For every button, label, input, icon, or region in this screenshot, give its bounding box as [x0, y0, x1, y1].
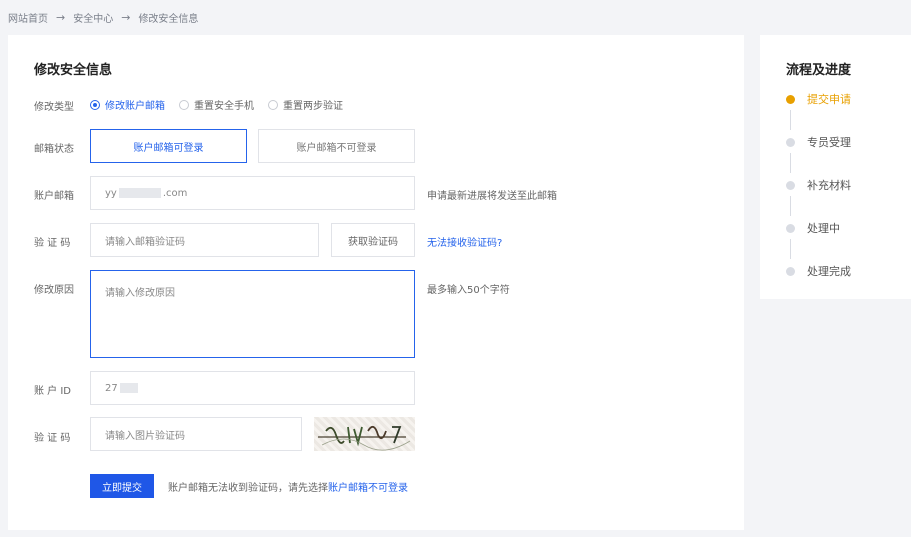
breadcrumb: 网站首页 → 安全中心 → 修改安全信息	[8, 10, 198, 25]
mail-not-loginable-button[interactable]: 账户邮箱不可登录	[258, 129, 415, 163]
captcha-image[interactable]	[314, 417, 415, 451]
mail-status-label: 邮箱状态	[34, 144, 74, 155]
step-dot-icon	[786, 223, 795, 233]
reason-label: 修改原因	[34, 285, 74, 296]
account-id-label: 账 户 ID	[34, 386, 72, 397]
get-code-button[interactable]: 获取验证码	[331, 223, 415, 257]
submit-note-text: 账户邮箱无法收到验证码，请先选择	[168, 483, 328, 494]
step-connector	[790, 110, 791, 130]
radio-icon	[179, 99, 189, 110]
account-id-field: 27	[90, 371, 415, 405]
email-hint: 申请最新进展将发送至此邮箱	[427, 191, 557, 202]
email-code-input[interactable]: 请输入邮箱验证码	[90, 223, 319, 257]
breadcrumb-current: 修改安全信息	[138, 14, 199, 25]
type-label: 修改类型	[34, 102, 74, 113]
step-connector	[790, 239, 791, 259]
submit-note: 账户邮箱无法收到验证码，请先选择账户邮箱不可登录	[168, 479, 408, 494]
breadcrumb-home[interactable]: 网站首页	[8, 10, 48, 25]
redacted-mask	[118, 188, 161, 198]
radio-selected-icon	[90, 99, 100, 110]
step-submit: 提交申请	[786, 91, 851, 107]
reason-hint: 最多输入50个字符	[427, 285, 510, 296]
arrow-right-icon: →	[56, 11, 66, 24]
email-value-prefix: yy	[105, 187, 117, 199]
breadcrumb-security-center[interactable]: 安全中心	[73, 10, 113, 25]
radio-reset-phone[interactable]: 重置安全手机	[179, 97, 254, 112]
arrow-right-icon: →	[121, 11, 131, 24]
radio-change-email[interactable]: 修改账户邮箱	[90, 97, 165, 112]
step-current-dot-icon	[786, 94, 795, 104]
submit-button[interactable]: 立即提交	[90, 474, 154, 498]
step-dot-icon	[786, 180, 795, 190]
progress-steps: 提交申请 专员受理 补充材料 处理中 处理完成	[786, 91, 851, 279]
mail-not-loginable-link[interactable]: 账户邮箱不可登录	[328, 483, 408, 494]
mail-loginable-button[interactable]: 账户邮箱可登录	[90, 129, 247, 163]
captcha-glyphs	[318, 425, 411, 451]
radio-label: 修改账户邮箱	[105, 101, 165, 112]
step-dot-icon	[786, 137, 795, 147]
radio-icon	[268, 99, 278, 110]
email-label: 账户邮箱	[34, 191, 74, 202]
radio-reset-2fa[interactable]: 重置两步验证	[268, 97, 343, 112]
step-processing: 处理中	[786, 220, 851, 236]
captcha-input[interactable]: 请输入图片验证码	[90, 417, 302, 451]
step-supplement: 补充材料	[786, 177, 851, 193]
redacted-mask	[119, 383, 138, 393]
form-card: 修改安全信息 修改类型 修改账户邮箱 重置安全手机 重置两步验证 邮箱状态 账户…	[8, 35, 744, 530]
step-label: 处理中	[807, 222, 840, 235]
reason-textarea[interactable]: 请输入修改原因	[90, 270, 415, 358]
account-id-value-prefix: 27	[105, 382, 118, 394]
progress-title: 流程及进度	[786, 63, 852, 78]
email-value-suffix: .com	[162, 187, 188, 199]
email-field[interactable]: yy .com	[90, 176, 415, 210]
step-connector	[790, 196, 791, 216]
step-label: 补充材料	[807, 179, 851, 192]
captcha-label: 验 证 码	[34, 433, 71, 444]
progress-card: 流程及进度 提交申请 专员受理 补充材料 处理中 处理完成	[760, 35, 911, 299]
verify-code-label: 验 证 码	[34, 238, 71, 249]
step-connector	[790, 153, 791, 173]
type-radio-group: 修改账户邮箱 重置安全手机 重置两步验证	[90, 97, 343, 112]
radio-label: 重置两步验证	[283, 101, 343, 112]
step-done: 处理完成	[786, 263, 851, 279]
step-dot-icon	[786, 266, 795, 276]
step-accept: 专员受理	[786, 134, 851, 150]
radio-label: 重置安全手机	[194, 101, 254, 112]
step-label: 专员受理	[807, 136, 851, 149]
page-title: 修改安全信息	[34, 63, 113, 78]
cannot-receive-code-link[interactable]: 无法接收验证码?	[427, 234, 502, 249]
step-label: 处理完成	[807, 265, 851, 278]
step-label: 提交申请	[807, 93, 851, 106]
